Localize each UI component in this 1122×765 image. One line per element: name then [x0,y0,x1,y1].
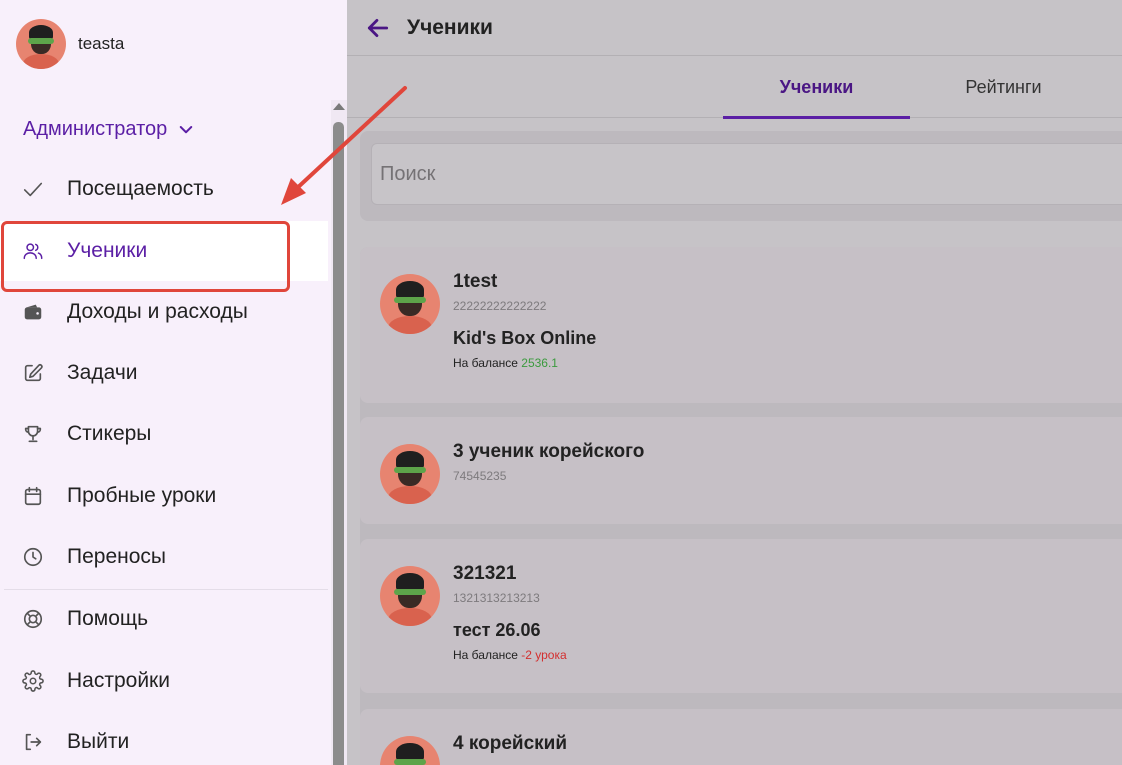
sidebar-item-label: Посещаемость [67,177,214,200]
user-profile[interactable]: teasta [0,0,347,88]
chevron-down-icon [180,125,193,133]
student-name: 3 ученик корейского [453,441,645,462]
sidebar-item-stickers[interactable]: Стикеры [0,404,328,464]
tab-ratings[interactable]: Рейтинги [910,57,1097,118]
avatar [380,736,440,765]
sidebar-item-label: Пробные уроки [67,484,217,507]
balance-value: -2 урока [521,648,567,662]
student-name: 4 корейский [453,733,567,754]
student-name: 1test [453,271,498,292]
student-card[interactable]: 4 корейский [360,709,1122,765]
student-phone: 1321313213213 [453,591,540,605]
student-phone: 22222222222222 [453,299,547,313]
sidebar-item-label: Выйти [67,730,130,753]
avatar [16,19,66,69]
avatar [380,566,440,626]
balance-label: На балансе [453,648,518,662]
sidebar-scrollbar[interactable] [331,100,347,765]
sidebar-item-label: Задачи [67,361,138,384]
tab-students[interactable]: Ученики [723,57,910,119]
clock-icon [23,547,43,567]
edit-icon [24,364,43,382]
gear-icon [22,670,44,692]
student-balance: На балансе -2 урока [453,648,567,662]
header: Ученики [347,0,1122,56]
logout-icon [25,733,42,751]
username: teasta [78,34,125,53]
student-card[interactable]: 3 ученик корейского 74545235 [360,417,1122,524]
avatar [380,274,440,334]
sidebar-item-label: Стикеры [67,422,152,445]
tab-label: Рейтинги [965,77,1042,97]
tabs-bar: Ученики Рейтинги [347,57,1122,119]
sidebar-item-tasks[interactable]: Задачи [0,343,328,403]
sidebar-item-settings[interactable]: Настройки [0,651,328,711]
sidebar-item-logout[interactable]: Выйти [0,712,328,765]
role-selector[interactable]: Администратор [23,118,195,141]
student-card[interactable]: 1test 22222222222222 Kid's Box Online На… [360,247,1122,403]
trophy-icon [24,425,42,443]
search-input[interactable] [371,143,1122,205]
sidebar-item-label: Доходы и расходы [67,300,248,323]
avatar [380,444,440,504]
tab-label: Ученики [779,77,854,97]
sidebar-item-attendance[interactable]: Посещаемость [0,159,328,219]
student-course: тест 26.06 [453,620,541,640]
scroll-thumb[interactable] [333,122,344,765]
student-balance: На балансе 2536.1 [453,356,558,370]
sidebar-item-reschedules[interactable]: Переносы [0,527,328,587]
student-phone: 74545235 [453,469,507,483]
search-card [360,131,1122,221]
arrow-left-icon[interactable] [365,15,391,41]
lifebuoy-icon [23,609,43,629]
page-title: Ученики [407,15,493,39]
scroll-up-arrow-icon[interactable] [333,103,345,110]
wallet-icon [24,304,42,320]
sidebar: teasta Администратор Посещаемость Ученик… [0,0,347,765]
sidebar-item-label: Настройки [67,669,170,692]
student-course: Kid's Box Online [453,328,597,348]
student-name: 321321 [453,563,517,584]
sidebar-item-label: Переносы [67,545,167,568]
role-label: Администратор [23,118,168,140]
sidebar-item-label: Помощь [67,607,149,630]
check-icon [23,182,43,197]
balance-label: На балансе [453,356,518,370]
calendar-icon [24,486,42,506]
sidebar-item-help[interactable]: Помощь [0,589,328,649]
balance-value: 2536.1 [521,356,558,370]
annotation-highlight-box [1,221,290,292]
student-card[interactable]: 321321 1321313213213 тест 26.06 На балан… [360,539,1122,693]
sidebar-item-trial-lessons[interactable]: Пробные уроки [0,466,328,526]
